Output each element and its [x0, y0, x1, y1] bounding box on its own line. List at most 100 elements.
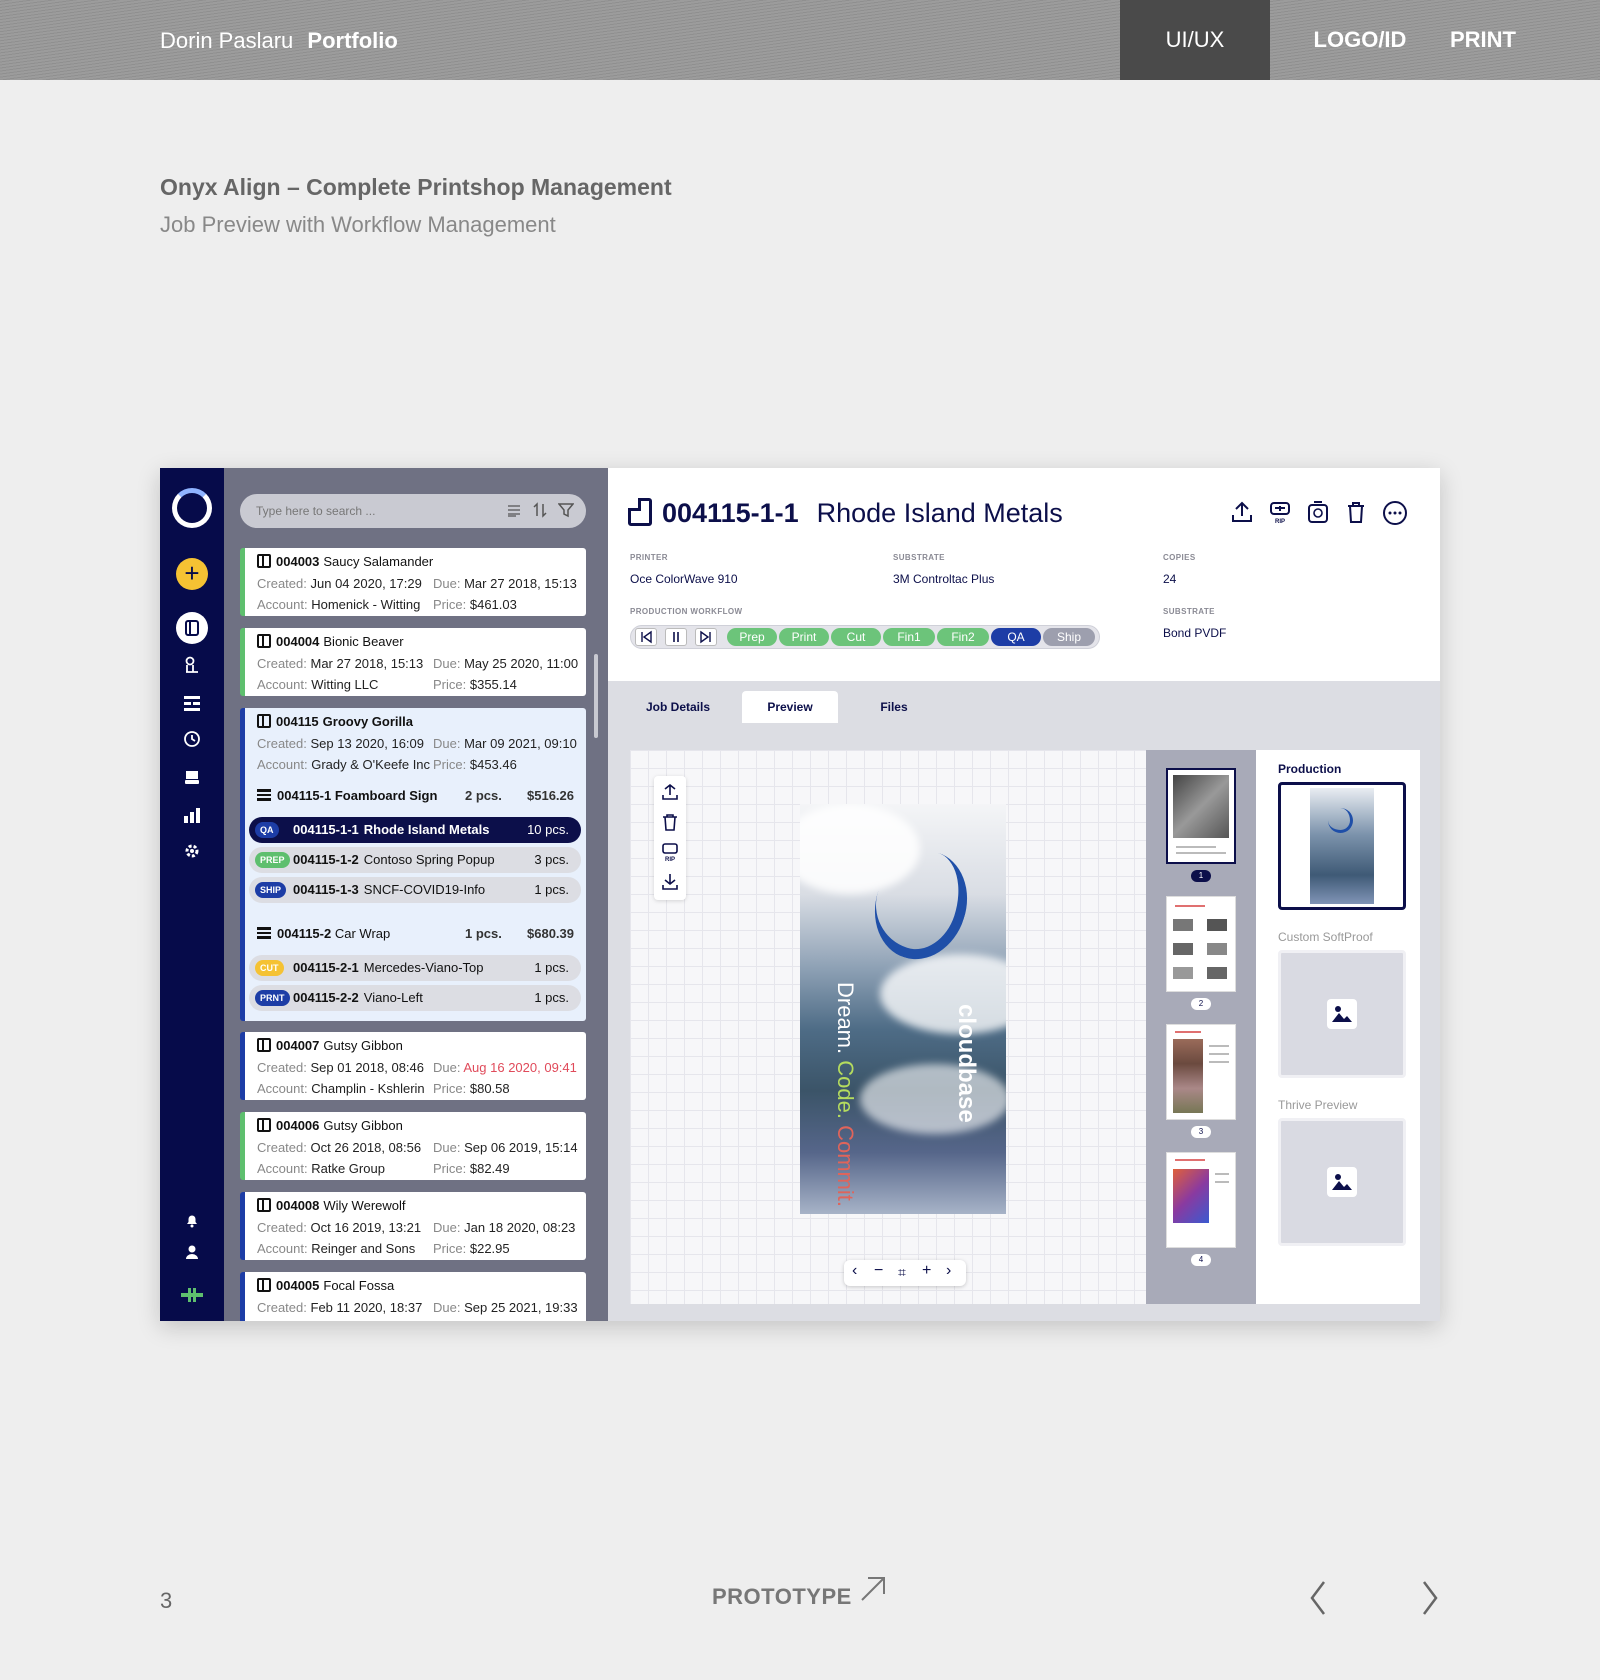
- job-icon: [257, 714, 271, 728]
- job-card[interactable]: 004006 Gutsy Gibbon Created: Oct 26 2018,…: [240, 1112, 586, 1180]
- workflow-step-print[interactable]: Print: [779, 628, 829, 646]
- upload-icon[interactable]: [1230, 500, 1254, 524]
- previous-arrow-icon[interactable]: [1306, 1578, 1330, 1618]
- subjob-row[interactable]: 004115-2 Car Wrap 1 pcs. $680.39: [245, 916, 586, 952]
- notifications-bell-icon[interactable]: [160, 1212, 224, 1228]
- preview-canvas[interactable]: RIP Dream. Code. Commit. cloudbase ‹ − ⌗…: [630, 750, 1146, 1304]
- tab-files[interactable]: Files: [846, 691, 942, 723]
- page-thumbnail[interactable]: [1166, 768, 1236, 864]
- upload-icon[interactable]: [660, 782, 680, 802]
- image-placeholder-icon: [1327, 999, 1357, 1029]
- status-badge: CUT: [255, 960, 284, 976]
- project-subtitle: Job Preview with Workflow Management: [160, 212, 556, 237]
- filter-icon[interactable]: [558, 502, 574, 518]
- job-icon: [257, 554, 271, 568]
- job-card[interactable]: 004004 Bionic Beaver Created: Mar 27 2018…: [240, 628, 586, 696]
- zoom-out-icon[interactable]: −: [874, 1262, 883, 1280]
- job-item[interactable]: PRNT 004115-2-2 Viano-Left 1 pcs.: [249, 985, 581, 1011]
- trash-icon[interactable]: [1344, 500, 1368, 524]
- zoom-in-icon[interactable]: +: [922, 1262, 931, 1280]
- page-thumbnail[interactable]: [1166, 1024, 1236, 1120]
- user-profile-icon[interactable]: [160, 1244, 224, 1260]
- production-proof[interactable]: [1278, 782, 1406, 910]
- job-card-expanded[interactable]: 004115 Groovy Gorilla Created: Sep 13 202…: [240, 708, 586, 1021]
- job-icon: [257, 1038, 271, 1052]
- top-nav: UI/UX LOGO/ID PRINT: [1120, 0, 1600, 80]
- queue-icon[interactable]: [160, 656, 224, 674]
- tab-job-details[interactable]: Job Details: [630, 691, 726, 723]
- thrive-preview[interactable]: [1278, 1118, 1406, 1246]
- layout-icon[interactable]: [160, 694, 224, 712]
- job-item[interactable]: SHIP 004115-1-3 SNCF-COVID19-Info 1 pcs.: [249, 877, 581, 903]
- job-icon: [257, 1198, 271, 1212]
- plus-icon: +: [176, 558, 208, 590]
- job-card[interactable]: 004005 Focal Fossa Created: Feb 11 2020, …: [240, 1272, 586, 1321]
- page-thumbnail[interactable]: [1166, 1152, 1236, 1248]
- preview-toolbar: RIP: [654, 776, 686, 900]
- invoice-icon[interactable]: [1306, 500, 1330, 524]
- workflow-label: PRODUCTION WORKFLOW: [630, 607, 743, 616]
- page-number: 2: [1191, 998, 1211, 1010]
- next-arrow-icon[interactable]: [1418, 1578, 1442, 1618]
- substrate-field: SUBSTRATE 3M Controltac Plus: [893, 553, 995, 586]
- external-arrow-icon[interactable]: [858, 1574, 888, 1604]
- printer-icon[interactable]: [160, 768, 224, 786]
- next-page-icon[interactable]: ›: [946, 1262, 951, 1280]
- workflow-step-cut[interactable]: Cut: [831, 628, 881, 646]
- nav-logo-id[interactable]: LOGO/ID: [1270, 0, 1450, 80]
- page-number: 4: [1191, 1254, 1211, 1266]
- proof-label: Thrive Preview: [1278, 1098, 1358, 1112]
- custom-softproof[interactable]: [1278, 950, 1406, 1078]
- reports-icon[interactable]: [160, 806, 224, 824]
- job-card[interactable]: 004008 Wily Werewolf Created: Oct 16 2019…: [240, 1192, 586, 1260]
- nav-uiux[interactable]: UI/UX: [1120, 0, 1270, 80]
- proof-panel: Production Custom SoftProof Thrive Previ…: [1256, 750, 1420, 1304]
- job-item[interactable]: PREP 004115-1-2 Contoso Spring Popup 3 pc…: [249, 847, 581, 873]
- fit-screen-icon[interactable]: ⌗: [898, 1264, 906, 1281]
- workflow-step-qa[interactable]: QA: [991, 628, 1041, 646]
- job-item-selected[interactable]: QA 004115-1-1 Rhode Island Metals 10 pcs.: [249, 817, 581, 843]
- tab-preview[interactable]: Preview: [742, 691, 838, 723]
- document-icon: [628, 498, 652, 526]
- search-bar[interactable]: Type here to search ...: [240, 494, 586, 528]
- job-card[interactable]: 004003 Saucy Salamander Created: Jun 04 2…: [240, 548, 586, 616]
- site-brand[interactable]: Dorin Paslaru Portfolio: [160, 28, 398, 54]
- onyx-logo-icon[interactable]: [160, 488, 224, 528]
- clock-icon[interactable]: [160, 730, 224, 748]
- rip-icon[interactable]: RIP: [1268, 500, 1292, 524]
- zoom-controls: ‹ − ⌗ + ›: [844, 1260, 966, 1286]
- rip-icon[interactable]: RIP: [660, 842, 680, 862]
- overdue-date: Aug 16 2020, 09:41: [463, 1060, 577, 1075]
- workflow-step-prep[interactable]: Prep: [727, 628, 777, 646]
- skip-forward-button[interactable]: [695, 628, 717, 646]
- prototype-link[interactable]: PROTOTYPE: [712, 1584, 852, 1610]
- prev-page-icon[interactable]: ‹: [852, 1262, 857, 1280]
- trash-icon[interactable]: [660, 812, 680, 832]
- job-item[interactable]: CUT 004115-2-1 Mercedes-Viano-Top 1 pcs.: [249, 955, 581, 981]
- status-badge: PRNT: [255, 990, 290, 1006]
- add-job-button[interactable]: +: [160, 558, 224, 590]
- jobs-nav-icon[interactable]: [160, 612, 224, 644]
- substrate-field-2: SUBSTRATE Bond PVDF: [1163, 607, 1227, 640]
- list-view-icon[interactable]: [506, 502, 522, 518]
- page-thumbnail[interactable]: [1166, 896, 1236, 992]
- list-scrollbar[interactable]: [594, 654, 598, 738]
- workflow-step-fin1[interactable]: Fin1: [883, 628, 935, 646]
- subjob-row[interactable]: 004115-1 Foamboard Sign 2 pcs. $516.26: [245, 778, 586, 814]
- svg-text:RIP: RIP: [665, 857, 675, 862]
- collapse-rail-icon[interactable]: [160, 1288, 224, 1302]
- portfolio-label: Portfolio: [307, 28, 398, 53]
- job-card[interactable]: 004007 Gutsy Gibbon Created: Sep 01 2018,…: [240, 1032, 586, 1100]
- workflow-step-ship[interactable]: Ship: [1043, 628, 1095, 646]
- skip-back-button[interactable]: [635, 628, 657, 646]
- workflow-step-fin2[interactable]: Fin2: [937, 628, 989, 646]
- sort-icon[interactable]: [532, 502, 548, 518]
- workflow-bar: Prep Print Cut Fin1 Fin2 QA Ship: [630, 625, 1100, 649]
- search-input[interactable]: Type here to search ...: [256, 504, 375, 518]
- pause-button[interactable]: [665, 628, 687, 646]
- download-icon[interactable]: [660, 872, 680, 892]
- nav-print[interactable]: PRINT: [1450, 0, 1600, 80]
- job-title: 004115-1-1 Rhode Island Metals: [628, 498, 1063, 529]
- more-options-icon[interactable]: [1382, 500, 1408, 526]
- settings-gear-icon[interactable]: [160, 842, 224, 860]
